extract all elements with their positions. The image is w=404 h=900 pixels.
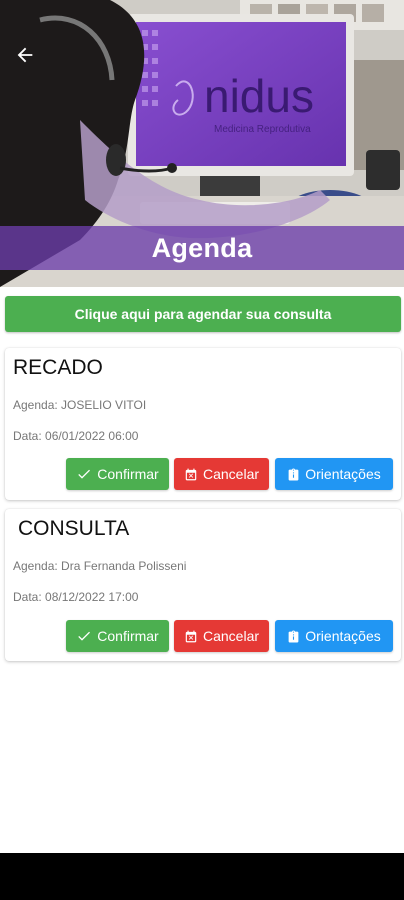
arrow-left-icon bbox=[17, 47, 33, 63]
back-button[interactable] bbox=[14, 44, 42, 72]
confirm-button[interactable]: Confirmar bbox=[66, 620, 169, 652]
calendar-x-icon bbox=[185, 468, 197, 480]
clipboard-icon bbox=[288, 630, 299, 642]
system-navigation-bar bbox=[0, 853, 404, 900]
check-icon bbox=[78, 631, 91, 641]
banner-logo-text: nidus bbox=[204, 70, 314, 122]
calendar-x-icon bbox=[185, 630, 197, 642]
appointment-card: CONSULTA Agenda: Dra Fernanda Polisseni … bbox=[5, 509, 401, 661]
clipboard-icon bbox=[288, 468, 299, 480]
cancel-button[interactable]: Cancelar bbox=[174, 458, 269, 490]
page-title: Agenda bbox=[151, 232, 253, 263]
title-band: Agenda bbox=[0, 226, 404, 270]
appointment-type: CONSULTA bbox=[18, 517, 130, 540]
appointment-date: Data: 06/01/2022 06:00 bbox=[13, 429, 139, 443]
guidelines-label: Orientações bbox=[305, 466, 381, 482]
schedule-appointment-label: Clique aqui para agendar sua consulta bbox=[74, 306, 332, 322]
appointment-agenda: Agenda: Dra Fernanda Polisseni bbox=[13, 559, 187, 573]
appointment-card: RECADO Agenda: JOSELIO VITOI Data: 06/01… bbox=[5, 348, 401, 500]
banner-logo-subtext: Medicina Reprodutiva bbox=[214, 124, 311, 135]
schedule-appointment-button[interactable]: Clique aqui para agendar sua consulta bbox=[5, 296, 401, 332]
cancel-label: Cancelar bbox=[202, 628, 260, 644]
confirm-label: Confirmar bbox=[97, 628, 159, 644]
appointment-agenda: Agenda: JOSELIO VITOI bbox=[13, 398, 147, 412]
header-banner: nidus Medicina Reprodutiva Agenda bbox=[0, 0, 404, 287]
guidelines-button[interactable]: Orientações bbox=[275, 458, 393, 490]
cancel-button[interactable]: Cancelar bbox=[174, 620, 269, 652]
cancel-label: Cancelar bbox=[202, 466, 260, 482]
appointment-type: RECADO bbox=[13, 356, 103, 379]
confirm-label: Confirmar bbox=[97, 466, 159, 482]
confirm-button[interactable]: Confirmar bbox=[66, 458, 169, 490]
check-icon bbox=[78, 469, 91, 479]
guidelines-button[interactable]: Orientações bbox=[275, 620, 393, 652]
guidelines-label: Orientações bbox=[305, 628, 381, 644]
appointment-date: Data: 08/12/2022 17:00 bbox=[13, 590, 139, 604]
